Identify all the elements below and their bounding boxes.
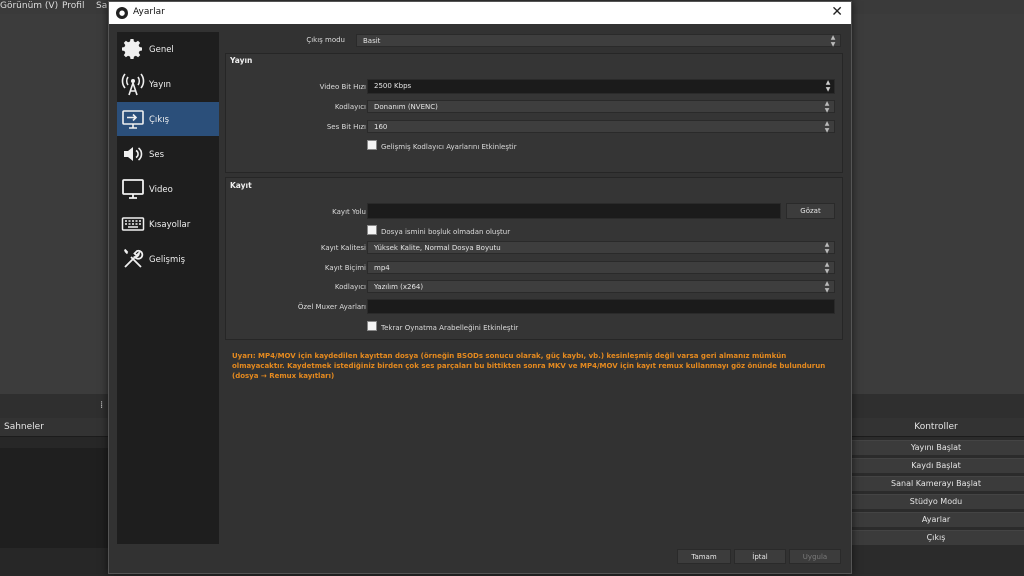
dialog-titlebar[interactable]: ● Ayarlar ✕ xyxy=(109,2,851,24)
sidebar-item-label: Video xyxy=(149,185,173,195)
cancel-button[interactable]: İptal xyxy=(734,549,786,564)
recording-format-value: mp4 xyxy=(374,264,390,272)
recording-format-select[interactable]: mp4 ▲ ▼ xyxy=(367,261,835,274)
chevron-updown-icon: ▲ ▼ xyxy=(824,100,830,114)
sidebar-item-advanced[interactable]: Gelişmiş xyxy=(117,242,219,276)
replay-buffer-checkbox[interactable]: Tekrar Oynatma Arabelleğini Etkinleştir xyxy=(367,321,518,332)
sidebar-item-hotkeys[interactable]: Kısayollar xyxy=(117,207,219,241)
custom-muxer-label: Özel Muxer Ayarları xyxy=(297,303,366,311)
stream-encoder-value: Donanım (NVENC) xyxy=(374,103,438,111)
stream-encoder-select[interactable]: Donanım (NVENC) ▲ ▼ xyxy=(367,100,835,113)
start-recording-button[interactable]: Kaydı Başlat xyxy=(848,458,1024,473)
scenes-list[interactable] xyxy=(0,448,108,548)
recording-quality-label: Kayıt Kalitesi xyxy=(320,244,366,252)
output-mode-select[interactable]: Basit ▲ ▼ xyxy=(356,34,841,47)
sidebar-item-label: Gelişmiş xyxy=(149,255,186,265)
recording-path-input[interactable] xyxy=(367,203,781,219)
chevron-updown-icon: ▲ ▼ xyxy=(830,34,836,48)
sidebar-item-video[interactable]: Video xyxy=(117,172,219,206)
apply-button[interactable]: Uygula xyxy=(789,549,841,564)
scenes-dock-title: Sahneler xyxy=(0,418,108,437)
checkbox-box[interactable] xyxy=(367,140,377,150)
settings-dialog: ● Ayarlar ✕ Genel Yayın Çıkış Ses Video … xyxy=(108,1,852,574)
settings-sidebar: Genel Yayın Çıkış Ses Video Kısayollar G… xyxy=(117,32,219,544)
sidebar-item-general[interactable]: Genel xyxy=(117,32,219,66)
no-space-filename-checkbox-label: Dosya ismini boşluk olmadan oluştur xyxy=(381,228,511,236)
audio-bitrate-label: Ses Bit Hızı xyxy=(326,123,366,131)
close-icon[interactable]: ✕ xyxy=(831,4,843,20)
recording-group: Kayıt Kayıt Yolu Gözat Dosya ismini boşl… xyxy=(225,177,843,340)
video-bitrate-label: Video Bit Hızı xyxy=(319,83,366,91)
toolbar-handle-icon: ⁞ xyxy=(100,400,104,411)
tools-icon xyxy=(123,248,144,268)
sidebar-item-output[interactable]: Çıkış xyxy=(117,102,219,136)
video-bitrate-spinbox[interactable]: 2500 Kbps ▲ ▼ xyxy=(367,79,835,94)
recording-path-label: Kayıt Yolu xyxy=(332,208,366,216)
recording-format-label: Kayıt Biçimi xyxy=(324,264,366,272)
sidebar-item-label: Kısayollar xyxy=(149,220,191,230)
output-mode-value: Basit xyxy=(363,37,381,45)
chevron-updown-icon: ▲ ▼ xyxy=(824,120,830,134)
sidebar-item-audio[interactable]: Ses xyxy=(117,137,219,171)
settings-button[interactable]: Ayarlar xyxy=(848,512,1024,527)
menu-profile[interactable]: Profil xyxy=(62,1,84,11)
custom-muxer-input[interactable] xyxy=(367,299,835,314)
studio-mode-button[interactable]: Stüdyo Modu xyxy=(848,494,1024,509)
advanced-encoder-checkbox[interactable]: Gelişmiş Kodlayıcı Ayarlarını Etkinleşti… xyxy=(367,140,517,151)
recording-encoder-select[interactable]: Yazılım (x264) ▲ ▼ xyxy=(367,280,835,293)
sidebar-item-stream[interactable]: Yayın xyxy=(117,67,219,101)
checkbox-box[interactable] xyxy=(367,225,377,235)
no-space-filename-checkbox[interactable]: Dosya ismini boşluk olmadan oluştur xyxy=(367,225,510,236)
exit-button[interactable]: Çıkış xyxy=(848,530,1024,545)
checkbox-box[interactable] xyxy=(367,321,377,331)
streaming-group-title: Yayın xyxy=(230,56,253,65)
controls-dock: Kontroller Yayını Başlat Kaydı Başlat Sa… xyxy=(848,418,1024,576)
dialog-title: Ayarlar xyxy=(133,7,165,17)
audio-bitrate-value: 160 xyxy=(374,123,388,131)
stream-encoder-label: Kodlayıcı xyxy=(334,103,366,111)
recording-encoder-label: Kodlayıcı xyxy=(334,283,366,291)
sidebar-item-label: Çıkış xyxy=(149,115,170,125)
output-mode-label: Çıkış modu xyxy=(306,36,345,44)
mp4-warning-text: Uyarı: MP4/MOV için kaydedilen kayıttan … xyxy=(232,352,826,380)
controls-dock-title: Kontroller xyxy=(848,418,1024,437)
obs-logo-icon: ● xyxy=(116,7,128,19)
speaker-icon xyxy=(124,147,143,161)
audio-bitrate-select[interactable]: 160 ▲ ▼ xyxy=(367,120,835,133)
recording-encoder-value: Yazılım (x264) xyxy=(374,283,424,291)
broadcast-icon xyxy=(121,73,145,96)
recording-quality-value: Yüksek Kalite, Normal Dosya Boyutu xyxy=(374,244,501,252)
output-icon xyxy=(122,110,144,129)
replay-buffer-checkbox-label: Tekrar Oynatma Arabelleğini Etkinleştir xyxy=(381,324,519,332)
chevron-updown-icon: ▲ ▼ xyxy=(824,261,830,275)
scenes-dock: Sahneler xyxy=(0,418,108,576)
chevron-updown-icon: ▲ ▼ xyxy=(824,241,830,255)
recording-quality-select[interactable]: Yüksek Kalite, Normal Dosya Boyutu ▲ ▼ xyxy=(367,241,835,254)
advanced-encoder-checkbox-label: Gelişmiş Kodlayıcı Ayarlarını Etkinleşti… xyxy=(381,143,517,151)
spin-arrows-icon[interactable]: ▲ ▼ xyxy=(824,79,832,93)
ok-button[interactable]: Tamam xyxy=(677,549,731,564)
chevron-updown-icon: ▲ ▼ xyxy=(824,280,830,294)
gear-icon xyxy=(122,39,142,59)
video-bitrate-value: 2500 Kbps xyxy=(374,82,412,90)
output-settings-panel: Çıkış modu Basit ▲ ▼ Yayın Video Bit Hızı… xyxy=(225,32,843,544)
streaming-group: Yayın Video Bit Hızı 2500 Kbps ▲ ▼ Kodlay… xyxy=(225,53,843,173)
start-virtual-camera-button[interactable]: Sanal Kamerayı Başlat xyxy=(848,476,1024,491)
sidebar-item-label: Ses xyxy=(149,150,165,160)
monitor-icon xyxy=(122,179,144,199)
keyboard-icon xyxy=(121,217,145,231)
recording-group-title: Kayıt xyxy=(230,181,252,190)
sidebar-item-label: Genel xyxy=(149,45,174,55)
sidebar-item-label: Yayın xyxy=(149,80,172,90)
browse-button[interactable]: Gözat xyxy=(786,203,835,219)
start-streaming-button[interactable]: Yayını Başlat xyxy=(848,440,1024,455)
menu-view[interactable]: Görünüm (V) xyxy=(0,1,58,11)
